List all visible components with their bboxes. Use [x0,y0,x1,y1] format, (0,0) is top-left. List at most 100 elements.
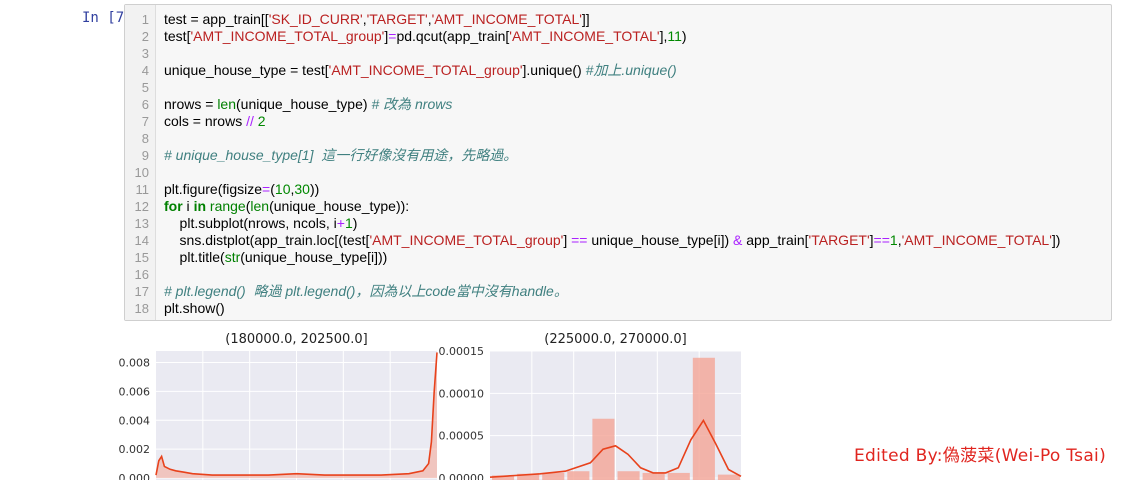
code-token: 1 [344,215,353,231]
code-token: len [250,198,270,214]
code-token: unique_house_type[i]) [587,232,734,248]
code-token: 1 [889,232,898,248]
code-text: for i in range(len(unique_house_type)): [164,198,409,215]
line-number: 17 [134,284,149,299]
chart-title: (225000.0, 270000.0] [544,332,686,347]
code-token: plt.subplot(nrows, ncols, i [164,215,337,231]
histogram-bar [617,471,640,485]
line-number: 12 [134,199,149,214]
line-number: 3 [141,46,149,61]
code-token: pd.qcut(app_train[ [396,28,510,44]
code-token: (unique_house_type) [236,96,372,112]
y-tick-label: 0.002 [119,443,151,456]
code-token: i [182,198,194,214]
histogram-bar [642,472,665,485]
code-text: sns.distplot(app_train.loc[(test['AMT_IN… [164,232,1061,249]
line-number: 15 [134,250,149,265]
code-token: ) [681,28,687,44]
code-token: test[ [164,28,191,44]
code-token: #加上.unique() [585,62,677,78]
line-number: 16 [134,267,149,282]
code-token: ]] [581,11,590,27]
code-token: (unique_house_type[i])) [240,249,388,265]
code-text: plt.figure(figsize=(10,30)) [164,181,319,198]
code-token: (unique_house_type)): [269,198,410,214]
code-token: == [571,232,588,248]
y-tick-label: 0.00005 [439,430,485,443]
code-token: plt.show() [164,300,225,316]
code-token: 'TARGET' [366,11,428,27]
histogram-bar [567,471,590,485]
code-text: # plt.legend() 略過 plt.legend()，因為以上code當… [164,283,568,300]
line-number: 14 [134,233,149,248]
code-token: app_train[ [742,232,809,248]
code-token: # plt.legend() 略過 plt.legend()，因為以上code當… [164,283,568,299]
code-token: str [224,249,241,265]
y-tick-label: 0.000 [119,472,151,480]
code-token: ] [563,232,572,248]
line-number: 8 [141,131,149,146]
code-token: 'SK_ID_CURR' [268,11,363,27]
code-text: test = app_train[['SK_ID_CURR','TARGET',… [164,11,590,28]
code-token: 'TARGET' [808,232,870,248]
code-token: // [246,113,254,129]
code-token: cols = nrows [164,113,247,129]
y-tick-label: 0.00000 [439,472,485,480]
code-text: cols = nrows // 2 [164,113,266,130]
code-token: 'AMT_INCOME_TOTAL' [901,232,1052,248]
line-number: 11 [135,182,150,197]
code-cell[interactable]: 1 test = app_train[['SK_ID_CURR','TARGET'… [124,4,1112,321]
histogram-bar [692,357,715,485]
code-token: == [873,232,890,248]
code-text: test['AMT_INCOME_TOTAL_group']=pd.qcut(a… [164,28,687,45]
code-token: 30 [294,181,310,197]
code-token: 10 [274,181,291,197]
code-token: ].unique() [522,62,586,78]
watermark-text: Edited By:偽菠菜(Wei-Po Tsai) [854,446,1107,466]
line-number: 4 [141,63,149,78]
code-text: plt.show() [164,300,225,317]
code-token: ) [352,215,358,231]
code-token: sns.distplot(app_train.loc[(test[ [164,232,370,248]
code-token: # unique_house_type[1] 這一行好像沒有用途，先略過。 [164,147,518,163]
histogram-bar [717,474,740,485]
y-tick-label: 0.004 [119,414,151,427]
code-token: in [193,198,207,214]
line-number: 13 [134,216,149,231]
code-text: plt.subplot(nrows, ncols, i+1) [164,215,358,232]
code-token: unique_house_type = test[ [164,62,329,78]
code-token: & [733,232,743,248]
code-text: # unique_house_type[1] 這一行好像沒有用途，先略過。 [164,147,517,164]
code-token: 'AMT_INCOME_TOTAL_group' [328,62,523,78]
code-token: 'AMT_INCOME_TOTAL' [431,11,582,27]
code-token: + [336,215,345,231]
code-token: test = app_train[[ [164,11,269,27]
code-token: len [217,96,236,112]
code-token: 'AMT_INCOME_TOTAL_group' [369,232,564,248]
code-token: 2 [257,113,266,129]
line-number: 18 [134,301,149,316]
line-number: 6 [141,97,149,112]
histogram-bar [667,472,690,485]
code-token: for [164,198,183,214]
code-token: plt.title( [164,249,225,265]
code-token: plt.figure(figsize [164,181,263,197]
code-token: # 改為 nrows [371,96,453,112]
y-tick-label: 0.00010 [439,387,485,400]
code-token: 11 [667,28,682,44]
code-text: unique_house_type = test['AMT_INCOME_TOT… [164,62,677,79]
code-text: plt.title(str(unique_house_type[i])) [164,249,388,266]
line-number: 2 [141,29,149,44]
y-tick-label: 0.00015 [439,345,485,358]
line-number: 5 [141,80,149,95]
chart-title: (180000.0, 202500.0] [225,332,367,347]
line-number: 7 [141,114,149,129]
code-token: )) [309,181,320,197]
code-token: ]) [1051,232,1061,248]
line-number: 9 [141,148,149,163]
line-number: 1 [141,12,149,27]
y-tick-label: 0.008 [119,357,151,370]
code-token: 'AMT_INCOME_TOTAL_group' [190,28,385,44]
code-token: = [262,181,271,197]
code-token: nrows = [164,96,218,112]
